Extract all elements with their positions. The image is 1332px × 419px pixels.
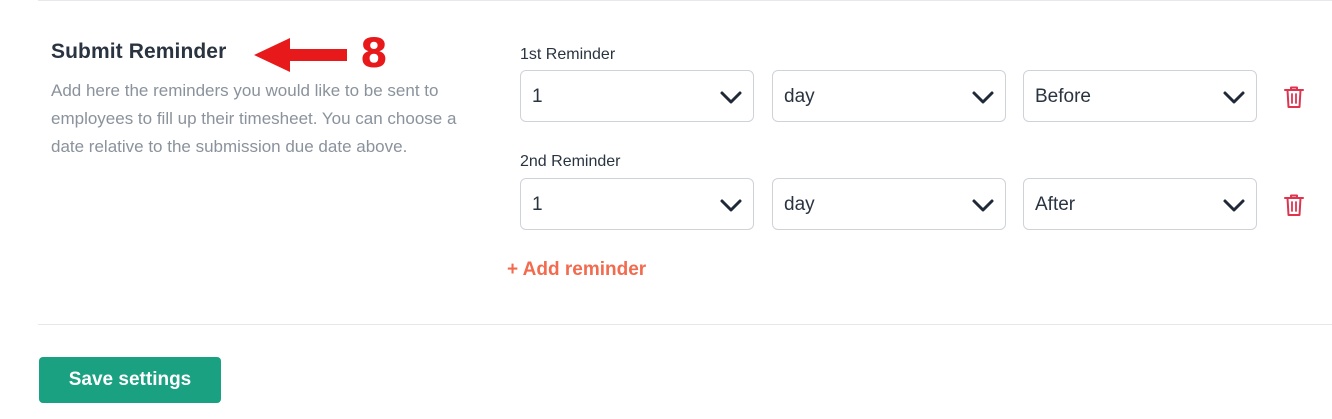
section-description: Add here the reminders you would like to…: [51, 81, 457, 156]
reminder-2-unit-value: day: [784, 194, 815, 215]
top-divider: [38, 0, 1332, 1]
chevron-down-icon: [972, 91, 994, 104]
arrow-left-icon: [254, 38, 347, 72]
chevron-down-icon: [1223, 199, 1245, 212]
reminder-2-label: 2nd Reminder: [520, 153, 621, 170]
reminder-1-amount-select[interactable]: 1: [520, 70, 754, 122]
chevron-down-icon: [972, 199, 994, 212]
chevron-down-icon: [1223, 91, 1245, 104]
reminder-1-amount-value: 1: [532, 86, 543, 107]
reminder-2-relation-value: After: [1035, 194, 1076, 215]
reminder-2-amount-select[interactable]: 1: [520, 178, 754, 230]
reminder-1-unit-value: day: [784, 86, 815, 107]
section-title: Submit Reminder: [51, 40, 227, 63]
section-divider: [38, 324, 1332, 325]
reminder-1-label: 1st Reminder: [520, 46, 616, 63]
chevron-down-icon: [720, 91, 742, 104]
reminder-2-relation-select[interactable]: After: [1023, 178, 1257, 230]
trash-icon[interactable]: [1283, 193, 1305, 217]
annotation-number: 8: [360, 31, 388, 77]
reminder-1-relation-value: Before: [1035, 86, 1091, 107]
reminder-2-amount-value: 1: [532, 194, 543, 215]
chevron-down-icon: [720, 199, 742, 212]
add-reminder-link[interactable]: + Add reminder: [507, 259, 646, 281]
trash-icon[interactable]: [1283, 85, 1305, 109]
reminder-1-relation-select[interactable]: Before: [1023, 70, 1257, 122]
reminder-2-unit-select[interactable]: day: [772, 178, 1006, 230]
reminder-1-unit-select[interactable]: day: [772, 70, 1006, 122]
save-settings-button[interactable]: Save settings: [39, 357, 221, 403]
